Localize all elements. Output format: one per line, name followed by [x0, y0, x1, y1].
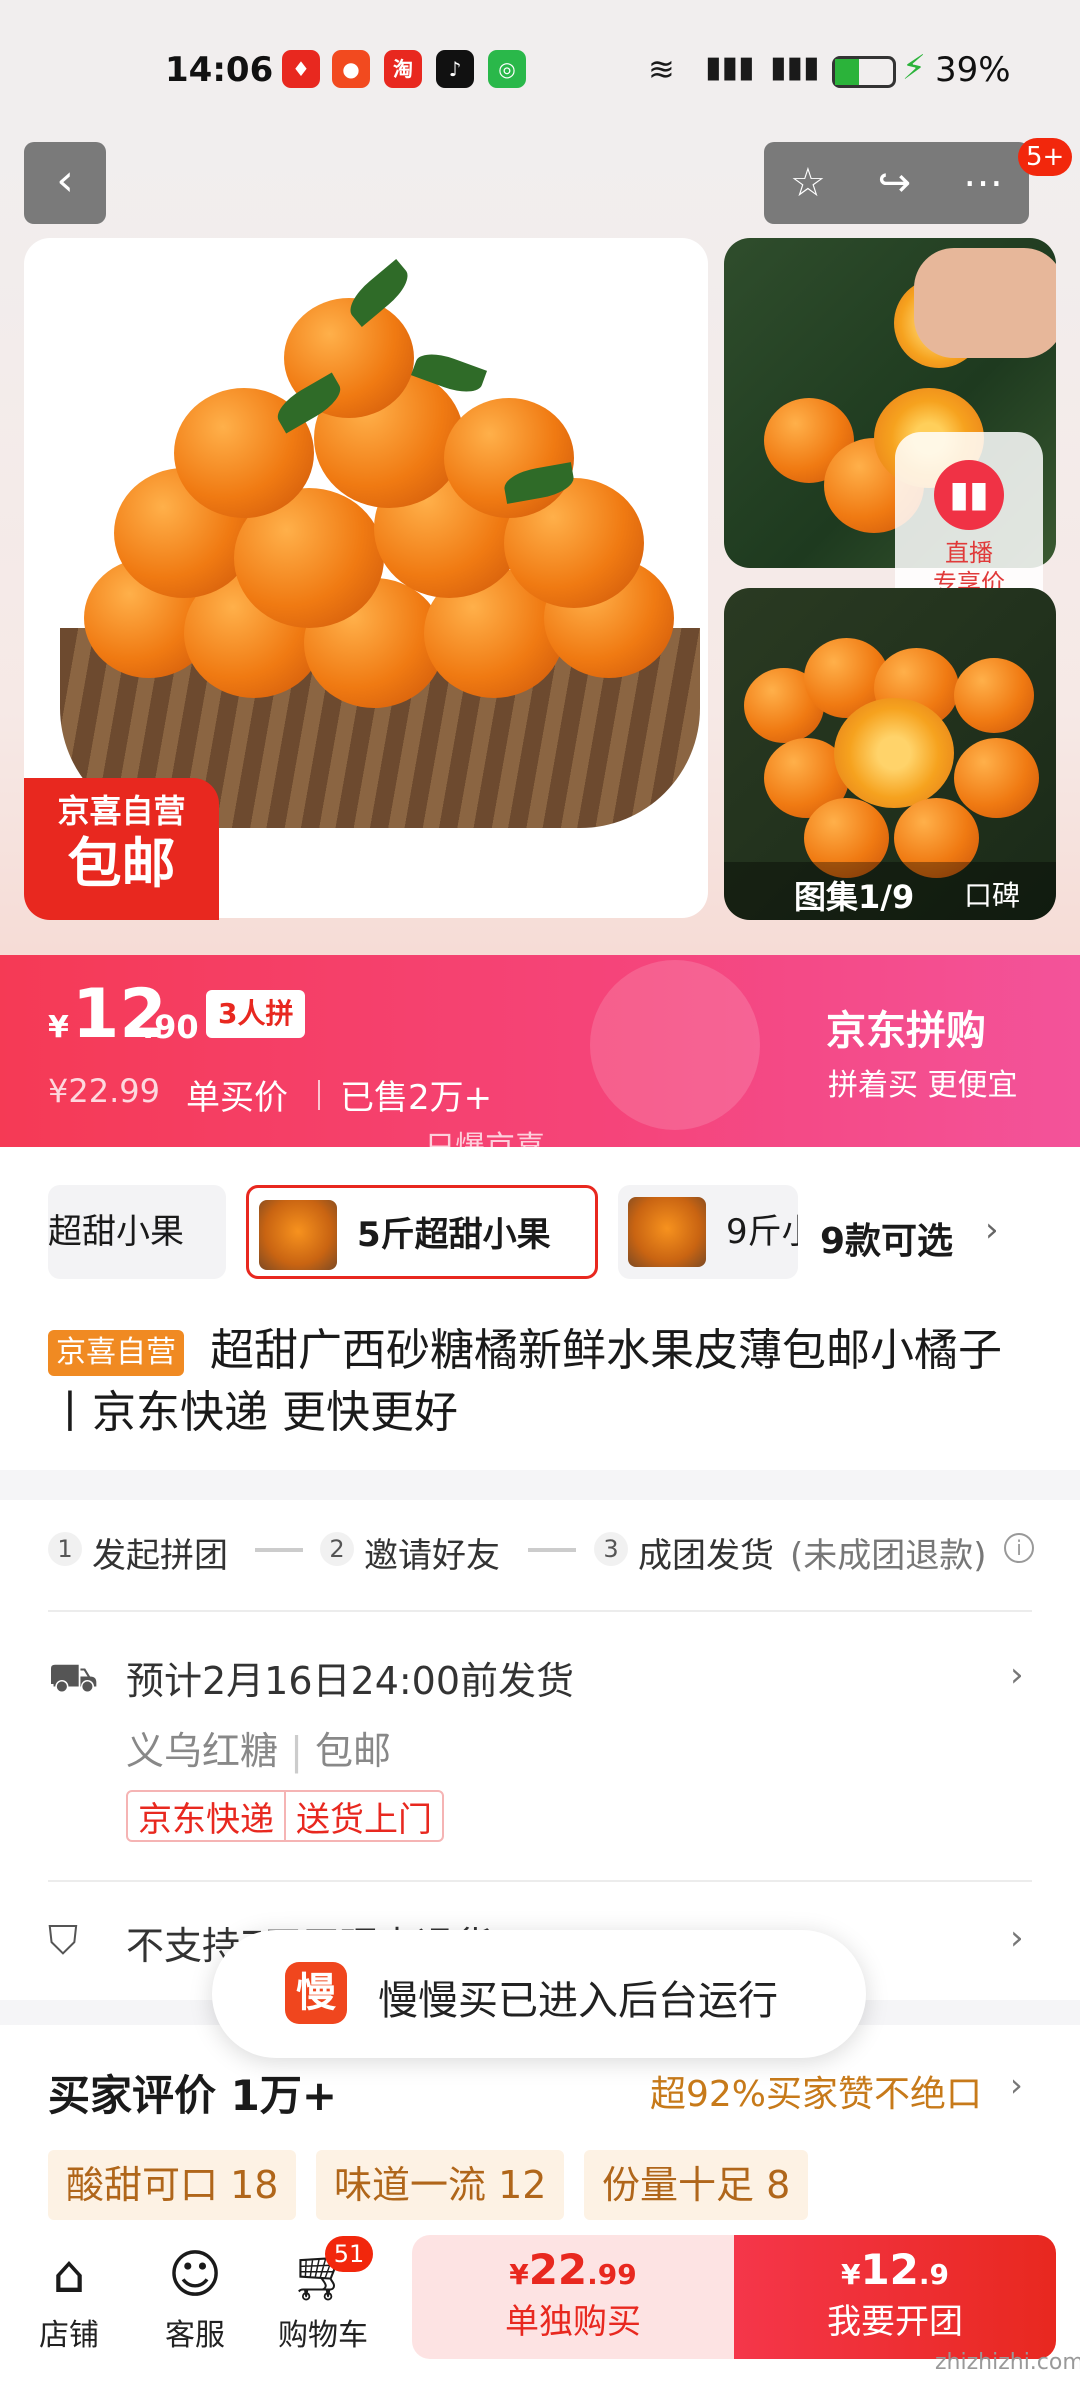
single-price-int: 22	[528, 2245, 588, 2294]
buy-single-button[interactable]: ¥22.99 单独购买	[412, 2235, 734, 2359]
shipping-tag: 京东快递	[138, 1799, 274, 1840]
start-group-label: 我要开团	[827, 2302, 963, 2342]
app-logo-icon: 慢	[285, 1962, 347, 2024]
cart-count-badge: 51	[325, 2236, 373, 2272]
reputation-tag: 口碑	[964, 879, 1021, 912]
spec-label: 9斤小	[726, 1212, 798, 1252]
badge-line1: 京喜自营	[57, 792, 186, 830]
divider	[318, 1080, 320, 1110]
back-button[interactable]: ‹	[24, 142, 106, 224]
spec-label: 5斤超甜小果	[357, 1215, 551, 1255]
chevron-right-icon[interactable]: ›	[1010, 2066, 1023, 2104]
single-price-label: 单买价	[186, 1078, 288, 1118]
chevron-right-icon[interactable]: ›	[985, 1210, 999, 1250]
origin-location: 义乌红糖	[126, 1729, 279, 1773]
shipping-tag: 送货上门	[296, 1799, 432, 1840]
spec-option[interactable]: 超甜小果	[48, 1185, 226, 1279]
step-number: 2	[320, 1532, 354, 1566]
app-notification-icon: ◎	[488, 50, 526, 88]
store-icon: ⌂	[52, 2245, 86, 2305]
review-tag[interactable]: 份量十足 8	[584, 2150, 809, 2220]
praise-rate[interactable]: 超92%买家赞不绝口	[650, 2065, 982, 2117]
buy-single-label: 单独购买	[505, 2302, 641, 2342]
spec-label: 超甜小果	[48, 1212, 184, 1252]
badge-line2: 包邮	[67, 832, 176, 895]
ship-origin: 义乌红糖 | 包邮	[126, 1729, 391, 1773]
review-tag[interactable]: 味道一流 12	[316, 2150, 565, 2220]
battery-percent: 39%	[935, 50, 1011, 90]
price-currency: ¥	[48, 1010, 69, 1045]
jd-group-buy-subtitle: 拼着买 更便宜	[828, 1068, 1018, 1103]
header-actions: ☆ ↪ ⋯	[764, 142, 1029, 224]
reviews-count: 1万+	[230, 2071, 338, 2120]
divider	[48, 1880, 1032, 1882]
jd-group-buy-title: 京东拼购	[826, 1008, 986, 1054]
step-arrow	[528, 1548, 576, 1552]
spec-option-selected[interactable]: 5斤超甜小果	[246, 1185, 598, 1279]
shield-icon: ⛉	[48, 1918, 78, 1964]
self-operated-badge: 京喜自营 包邮	[24, 778, 219, 920]
info-icon[interactable]: i	[1004, 1533, 1034, 1563]
reviews-title[interactable]: 买家评价 1万+	[48, 2062, 337, 2123]
original-price: ¥22.99	[48, 1072, 160, 1110]
chevron-right-icon[interactable]: ›	[1010, 1918, 1024, 1958]
shipping-fee: 包邮	[314, 1729, 391, 1773]
share-icon[interactable]: ↪	[878, 160, 912, 206]
watermark: zhizhizhi.com	[935, 2350, 1080, 2375]
service-label: 客服	[165, 2318, 225, 2353]
chat-icon: ☺	[167, 2245, 223, 2305]
live-icon: ▮▮	[934, 460, 1004, 530]
price-decimal: .90	[142, 1008, 199, 1046]
group-size-badge: 3人拼	[206, 990, 306, 1038]
spec-thumbnail	[259, 1200, 337, 1270]
shipping-tags: 京东快递 送货上门	[126, 1790, 444, 1842]
review-tag[interactable]: 酸甜可口 18	[48, 2150, 297, 2220]
step-number: 1	[48, 1532, 82, 1566]
more-icon[interactable]: ⋯	[963, 160, 1003, 206]
ship-date[interactable]: 预计2月16日24:00前发货	[126, 1650, 574, 1705]
step-arrow	[255, 1548, 303, 1552]
signal-icon: ▮▮▮	[705, 50, 755, 85]
toast-text: 慢慢买已进入后台运行	[378, 1978, 778, 2024]
taobao-icon: 淘	[384, 50, 422, 88]
single-price-dec: .99	[587, 2258, 637, 2291]
status-time: 14:06	[165, 50, 274, 90]
spec-option[interactable]: 9斤小	[618, 1185, 798, 1279]
app-notification-icon: ●	[332, 50, 370, 88]
battery-icon	[832, 56, 896, 88]
spec-count[interactable]: 9款可选	[820, 1212, 953, 1264]
self-operated-tag: 京喜自营	[48, 1330, 184, 1376]
sold-count: 已售2万+	[340, 1078, 493, 1118]
app-notification-icon: ♦	[282, 50, 320, 88]
wifi-icon: ≋	[648, 50, 675, 88]
step-label: 成团发货	[638, 1536, 774, 1576]
store-label: 店铺	[39, 2318, 99, 2353]
group-price-dec: .9	[918, 2258, 950, 2291]
step-label: 邀请好友	[364, 1536, 500, 1576]
store-button[interactable]: ⌂ 店铺	[14, 2240, 124, 2354]
step-number: 3	[594, 1532, 628, 1566]
album-counter: 图集1/9	[794, 878, 915, 916]
signal-icon: ▮▮▮	[770, 50, 820, 85]
step-label: 发起拼团	[92, 1536, 228, 1576]
puzzle-decoration	[590, 960, 760, 1130]
chevron-right-icon[interactable]: ›	[1010, 1655, 1024, 1695]
tiktok-icon: ♪	[436, 50, 474, 88]
reviews-label: 买家评价	[48, 2071, 217, 2120]
group-price-int: 12	[860, 2245, 919, 2294]
start-group-button[interactable]: ¥12.9 我要开团	[734, 2235, 1056, 2359]
customer-service-button[interactable]: ☺ 客服	[140, 2240, 250, 2354]
product-title: 超甜广西砂糖橘新鲜水果皮薄包邮小橘子丨京东快递 更快更好	[48, 1325, 1002, 1438]
favorite-star-icon[interactable]: ☆	[790, 160, 826, 206]
message-badge: 5+	[1018, 138, 1073, 176]
live-label-line1: 直播	[945, 539, 993, 567]
refund-note: (未成团退款)	[790, 1536, 987, 1576]
charging-icon: ⚡	[902, 48, 926, 88]
spec-thumbnail	[628, 1197, 706, 1267]
album-counter-bar[interactable]: 图集1/9 口碑	[724, 862, 1056, 920]
divider	[48, 1610, 1032, 1612]
truck-icon: ⛟	[48, 1655, 99, 1701]
cart-label: 购物车	[278, 2318, 368, 2353]
